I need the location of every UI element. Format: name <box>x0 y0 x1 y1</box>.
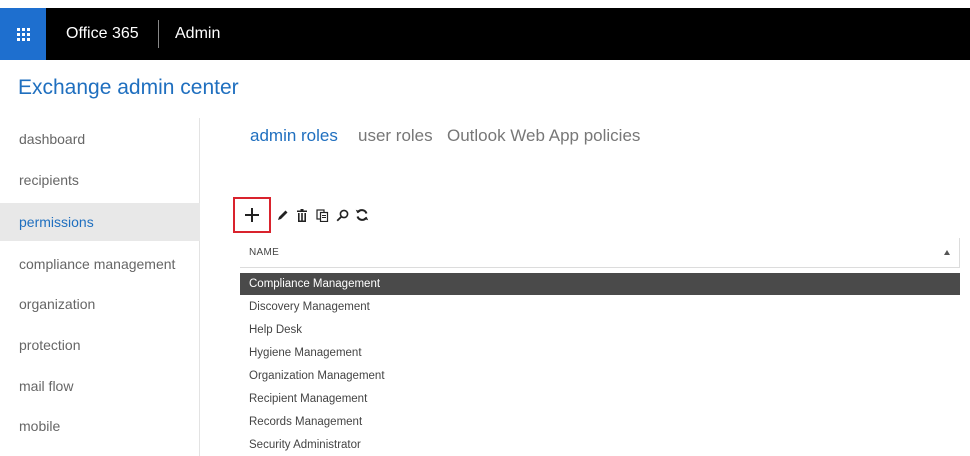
table-row[interactable]: Security Administrator <box>240 434 960 456</box>
tab-user-roles[interactable]: user roles <box>358 126 433 146</box>
sidebar-item-recipients[interactable]: recipients <box>0 161 200 199</box>
plus-icon <box>245 208 259 222</box>
copy-button[interactable] <box>313 197 331 233</box>
sidebar-item-compliance-management[interactable]: compliance management <box>0 245 200 283</box>
tab-outlook-web-app-policies[interactable]: Outlook Web App policies <box>447 126 640 146</box>
copy-icon <box>315 208 328 222</box>
tab-admin-roles[interactable]: admin roles <box>250 126 338 146</box>
admin-roles-grid: NAME Compliance Management Discovery Man… <box>240 238 960 456</box>
sidebar-item-mail-flow[interactable]: mail flow <box>0 367 200 405</box>
refresh-icon <box>355 209 369 221</box>
delete-button[interactable] <box>293 197 311 233</box>
table-row[interactable]: Organization Management <box>240 365 960 387</box>
suite-header: Office 365 Admin <box>0 8 970 60</box>
sidebar-item-permissions[interactable]: permissions <box>0 203 200 241</box>
table-row[interactable]: Discovery Management <box>240 296 960 318</box>
table-row[interactable]: Hygiene Management <box>240 342 960 364</box>
sidebar-item-protection[interactable]: protection <box>0 326 200 364</box>
edit-button[interactable] <box>273 197 291 233</box>
sidebar-item-dashboard[interactable]: dashboard <box>0 120 200 158</box>
table-row[interactable]: Help Desk <box>240 319 960 341</box>
office-365-brand[interactable]: Office 365 <box>66 8 139 60</box>
pencil-icon <box>277 210 287 220</box>
sidebar-item-mobile[interactable]: mobile <box>0 407 200 445</box>
sort-ascending-icon[interactable] <box>944 250 950 255</box>
header-divider <box>158 20 159 48</box>
sidebar-nav: dashboard recipients permissions complia… <box>0 118 200 456</box>
table-row[interactable]: Compliance Management <box>240 273 960 295</box>
table-row[interactable]: Records Management <box>240 411 960 433</box>
trash-icon <box>297 208 307 222</box>
search-button[interactable] <box>333 197 351 233</box>
page-title: Exchange admin center <box>18 76 239 99</box>
app-launcher-icon[interactable] <box>0 8 46 60</box>
grid-header: NAME <box>240 238 960 268</box>
table-row[interactable]: Recipient Management <box>240 388 960 410</box>
top-bar: Office 365 Admin <box>0 0 970 62</box>
add-button[interactable] <box>233 197 271 233</box>
sidebar-item-organization[interactable]: organization <box>0 285 200 323</box>
admin-link[interactable]: Admin <box>175 8 220 60</box>
refresh-button[interactable] <box>353 197 371 233</box>
column-header-name[interactable]: NAME <box>249 238 279 268</box>
search-icon <box>336 209 348 221</box>
